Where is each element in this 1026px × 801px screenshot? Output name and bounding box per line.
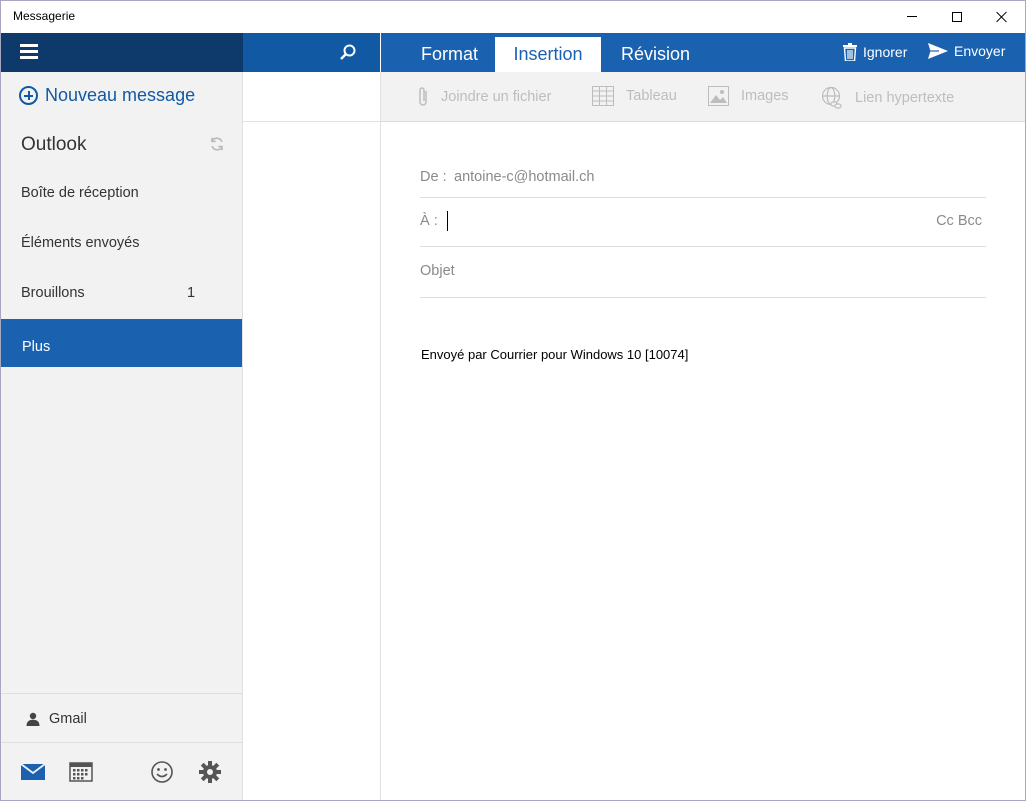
cc-bcc-button[interactable]: Cc Bcc (936, 213, 982, 229)
new-message-label: Nouveau message (45, 85, 196, 105)
window-title: Messagerie (13, 9, 76, 23)
folder-drafts[interactable]: Brouillons 1 (1, 270, 242, 318)
from-label: De : (420, 169, 447, 185)
ribbon-tabs: Format Insertion Révision Ignorer Envoye… (381, 33, 1025, 72)
attach-file-label: Joindre un fichier (441, 89, 552, 105)
from-address: antoine-c@hotmail.ch (454, 169, 595, 185)
hamburger-menu-icon[interactable] (20, 44, 38, 60)
from-field[interactable]: De : antoine-c@hotmail.ch (420, 160, 986, 198)
search-header (243, 33, 380, 72)
image-icon (708, 86, 729, 106)
insert-images-label: Images (741, 88, 789, 104)
person-icon (26, 712, 40, 726)
subject-placeholder: Objet (420, 263, 455, 279)
insert-link-button[interactable]: Lien hypertexte (821, 86, 954, 110)
attach-file-button[interactable]: Joindre un fichier (417, 86, 551, 108)
message-body-signature[interactable]: Envoyé par Courrier pour Windows 10 [100… (421, 347, 688, 362)
title-bar: Messagerie (1, 1, 1025, 33)
tab-revision[interactable]: Révision (621, 37, 690, 72)
folder-label: Boîte de réception (21, 185, 139, 201)
unread-count-badge: 1 (187, 285, 196, 301)
compose-area: De : antoine-c@hotmail.ch À : Cc Bcc Obj… (381, 122, 1025, 800)
gear-icon[interactable] (197, 760, 223, 784)
send-button[interactable]: Envoyer (928, 43, 1005, 59)
discard-label: Ignorer (863, 44, 908, 60)
send-icon (928, 43, 948, 59)
account-label: Gmail (49, 711, 87, 727)
folder-label: Plus (22, 339, 51, 355)
insert-table-label: Tableau (626, 88, 677, 104)
message-list-pane (243, 72, 381, 800)
account-name[interactable]: Outlook (21, 134, 86, 156)
minimize-button[interactable] (889, 1, 935, 32)
close-icon (996, 11, 1008, 23)
smiley-icon[interactable] (149, 760, 175, 784)
folder-more[interactable]: Plus (1, 319, 242, 367)
account-switch-gmail[interactable]: Gmail (1, 694, 242, 742)
folder-label: Éléments envoyés (21, 235, 140, 251)
calendar-icon[interactable] (68, 760, 94, 784)
close-button[interactable] (979, 1, 1025, 32)
divider (243, 121, 380, 122)
folder-inbox[interactable]: Boîte de réception (1, 170, 242, 218)
insert-images-button[interactable]: Images (708, 86, 789, 106)
subject-field[interactable]: Objet (420, 247, 986, 298)
to-field[interactable]: À : Cc Bcc (420, 198, 986, 247)
discard-button[interactable]: Ignorer (843, 43, 907, 61)
insert-table-button[interactable]: Tableau (592, 86, 677, 106)
add-circle-icon (19, 86, 38, 105)
folder-label: Brouillons (21, 285, 85, 301)
sync-icon[interactable] (209, 136, 225, 152)
folder-sent[interactable]: Éléments envoyés (1, 220, 242, 268)
maximize-button[interactable] (934, 1, 980, 32)
minimize-icon (907, 16, 917, 17)
mail-icon[interactable] (20, 760, 46, 784)
insertion-toolbar: Joindre un fichier Tableau Images Lien h… (381, 72, 1025, 122)
to-label: À : (420, 213, 438, 229)
table-icon (592, 86, 614, 106)
trash-icon (843, 43, 857, 61)
link-globe-icon (821, 86, 842, 109)
navigation-pane: Nouveau message Outlook Boîte de récepti… (1, 72, 243, 800)
new-message-button[interactable]: Nouveau message (19, 85, 195, 106)
maximize-icon (952, 11, 962, 22)
tab-format[interactable]: Format (421, 37, 478, 72)
search-icon[interactable] (339, 43, 357, 61)
nav-header (1, 33, 243, 72)
paperclip-icon (419, 87, 427, 106)
app-window: Messagerie Nouveau message Outlook Boîte… (0, 0, 1026, 801)
send-label: Envoyer (954, 43, 1006, 59)
tab-insertion[interactable]: Insertion (495, 37, 601, 72)
insert-link-label: Lien hypertexte (855, 90, 955, 106)
text-caret (447, 211, 448, 231)
divider (1, 742, 242, 743)
